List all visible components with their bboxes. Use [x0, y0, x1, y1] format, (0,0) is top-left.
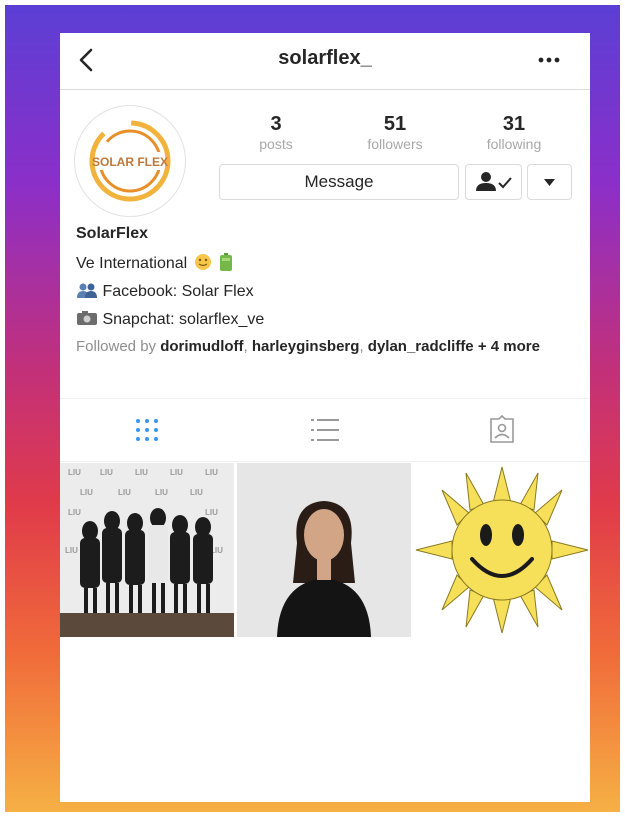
svg-text:LIU: LIU — [135, 468, 148, 477]
camera-emoji-icon — [77, 311, 97, 325]
svg-text:LIU: LIU — [155, 488, 168, 497]
stat-following[interactable]: 31 following — [469, 113, 559, 153]
bio-snapchat-text: Snapchat: solarflex_ve — [102, 311, 265, 328]
dropdown-arrow-icon — [544, 179, 555, 186]
following-toggle-button[interactable] — [465, 164, 522, 200]
posts-count: 3 — [270, 113, 282, 135]
post-thumbnail-sun[interactable] — [414, 463, 590, 637]
smiley-emoji-icon — [194, 254, 211, 270]
person-check-icon — [476, 172, 512, 191]
list-view-icon[interactable] — [310, 415, 340, 445]
solarflex-logo: SOLAR FLEX — [89, 120, 171, 202]
svg-text:LIU: LIU — [100, 468, 113, 477]
svg-text:LIU: LIU — [190, 488, 203, 497]
bio-display-name: SolarFlex — [76, 225, 149, 242]
bio-org-text: Ve International — [76, 255, 188, 272]
profile-username: solarflex_ — [278, 47, 372, 69]
message-button[interactable]: Message — [219, 164, 459, 200]
more-options-icon[interactable] — [538, 57, 560, 63]
top-bar: solarflex_ — [60, 33, 590, 90]
svg-text:LIU: LIU — [80, 488, 93, 497]
battery-emoji-icon — [220, 253, 233, 271]
post-thumbnail-portrait[interactable] — [237, 463, 411, 637]
followed-by-user[interactable]: dorimudloff — [160, 338, 243, 355]
profile-view-tabs — [60, 398, 590, 462]
svg-text:LIU: LIU — [205, 508, 218, 517]
following-count: 31 — [502, 113, 526, 135]
followed-by-user[interactable]: harleyginsberg — [252, 338, 360, 355]
tagged-icon[interactable] — [487, 415, 517, 445]
profile-avatar[interactable]: SOLAR FLEX — [74, 105, 186, 217]
svg-text:LIU: LIU — [68, 508, 81, 517]
followed-by-prefix: Followed by — [76, 338, 161, 355]
smiling-sun-image — [414, 463, 590, 637]
portrait-photo-image — [237, 463, 411, 637]
people-emoji-icon — [77, 283, 97, 298]
post-thumbnail-group-photo[interactable]: LIU LIU LIU LIU LIU LIU LIU LIU LIU LIU LIU LIU LI… — [60, 463, 234, 637]
phone-screen: solarflex_ SOLAR FLEX 3 posts 51 followe… — [60, 33, 590, 802]
bio-line-org: Ve International — [76, 253, 233, 273]
bio-facebook-text: Facebook: Solar Flex — [102, 283, 254, 300]
svg-text:LIU: LIU — [170, 468, 183, 477]
posts-label: posts — [259, 136, 293, 152]
stat-posts[interactable]: 3 posts — [231, 113, 321, 153]
grid-view-icon[interactable] — [132, 415, 162, 445]
bio-line-snapchat: Snapchat: solarflex_ve — [76, 310, 264, 329]
gradient-frame: solarflex_ SOLAR FLEX 3 posts 51 followe… — [5, 5, 620, 812]
group-photo-image: LIU LIU LIU LIU LIU LIU LIU LIU LIU LIU LIULIU LI… — [60, 463, 234, 637]
svg-text:LIU: LIU — [118, 488, 131, 497]
followers-count: 51 — [383, 113, 407, 135]
stat-followers[interactable]: 51 followers — [350, 113, 440, 153]
svg-text:LIU: LIU — [68, 468, 81, 477]
bio-line-facebook: Facebook: Solar Flex — [76, 282, 254, 301]
followed-by-user[interactable]: dylan_radcliffe — [368, 338, 474, 355]
following-label: following — [486, 136, 542, 152]
svg-text:SOLAR FLEX: SOLAR FLEX — [92, 155, 168, 169]
svg-text:LIU: LIU — [205, 468, 218, 477]
followed-by-more[interactable]: + 4 more — [474, 338, 540, 355]
svg-text:LIU: LIU — [65, 546, 78, 555]
suggestions-dropdown-button[interactable] — [527, 164, 572, 200]
followed-by-text[interactable]: Followed by dorimudloff, harleyginsberg,… — [76, 338, 546, 356]
followers-label: followers — [367, 136, 423, 152]
